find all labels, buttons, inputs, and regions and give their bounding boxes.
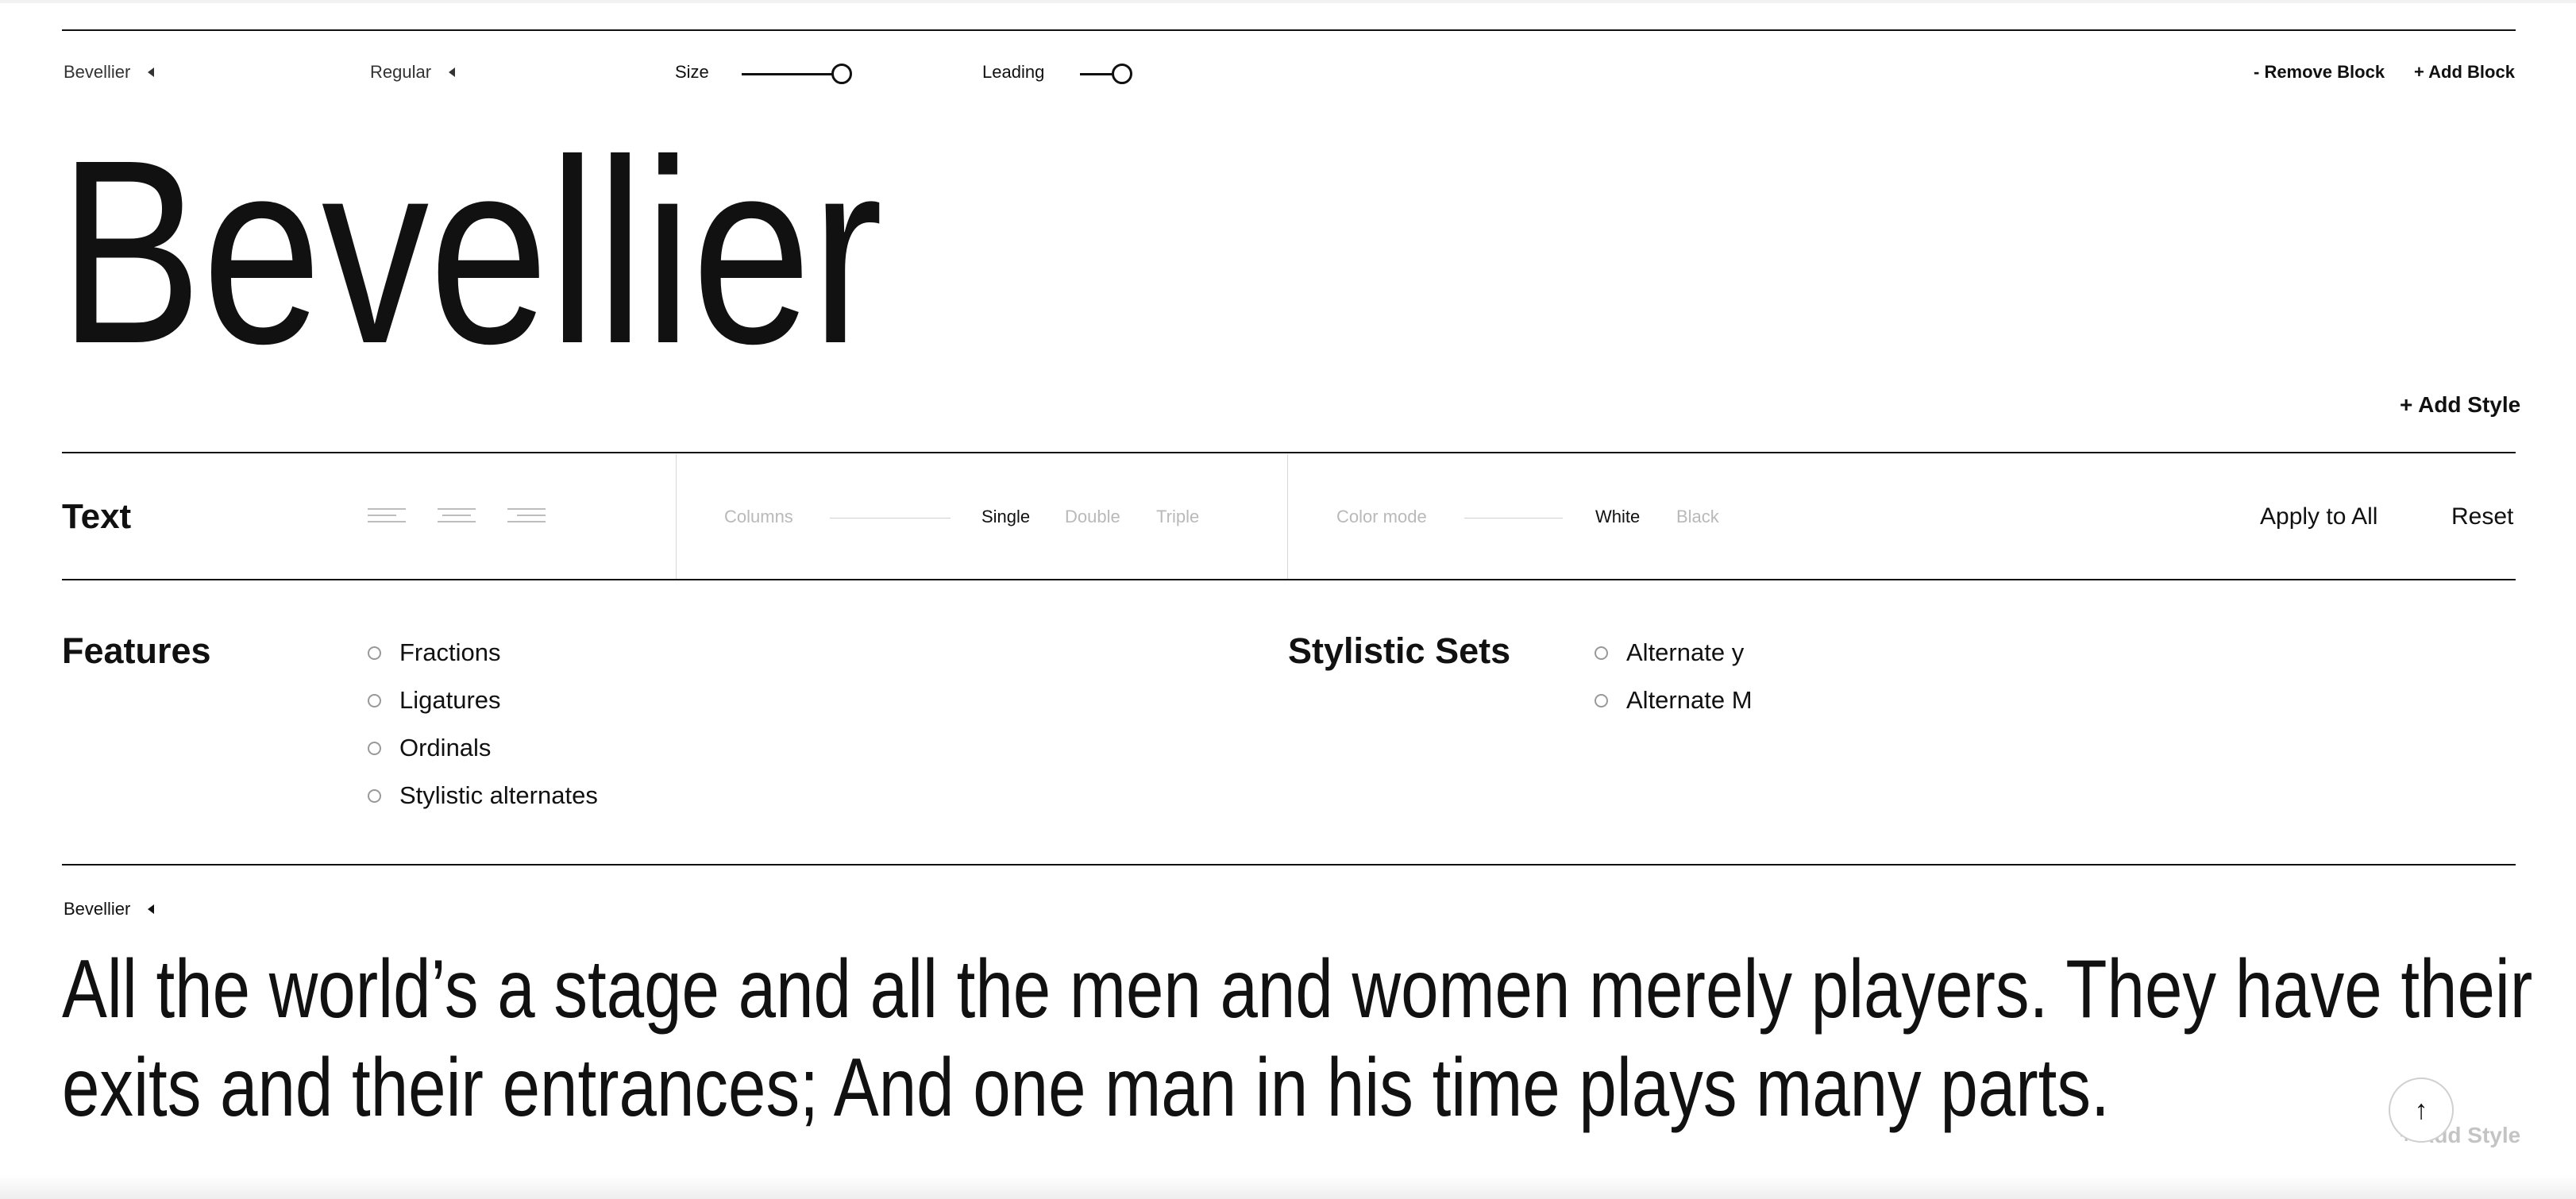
specimen-text[interactable]: Bevellier bbox=[59, 121, 883, 383]
caret-left-icon bbox=[449, 67, 456, 77]
weight-select[interactable]: Regular bbox=[370, 62, 456, 83]
feature-ligatures[interactable]: Ligatures bbox=[368, 686, 501, 715]
stylistic-set-label: Alternate y bbox=[1626, 638, 1745, 666]
sample-text-line-2[interactable]: exits and their entrances; And one man i… bbox=[62, 1039, 2110, 1137]
block2-top-rule bbox=[62, 864, 2516, 866]
radio-icon bbox=[1595, 646, 1608, 660]
columns-triple-option[interactable]: Triple bbox=[1156, 507, 1199, 527]
size-label: Size bbox=[675, 62, 709, 82]
font-select[interactable]: Bevellier bbox=[64, 62, 155, 83]
radio-icon bbox=[368, 788, 381, 803]
size-slider[interactable] bbox=[742, 64, 853, 84]
columns-label: Columns bbox=[724, 507, 793, 526]
align-right-icon[interactable] bbox=[507, 508, 546, 526]
feature-ordinals[interactable]: Ordinals bbox=[368, 734, 491, 762]
color-mode-black-option[interactable]: Black bbox=[1676, 507, 1719, 527]
reset-button[interactable]: Reset bbox=[2451, 503, 2513, 530]
bottom-edge bbox=[0, 1175, 2576, 1199]
add-block-button[interactable]: + Add Block bbox=[2414, 62, 2515, 83]
stylistic-set-label: Alternate M bbox=[1626, 686, 1753, 714]
color-mode-white-option[interactable]: White bbox=[1595, 507, 1640, 527]
stylistic-sets-title: Stylistic Sets bbox=[1288, 630, 1511, 671]
add-style-button[interactable]: + Add Style bbox=[2400, 392, 2520, 418]
settings-bottom-rule bbox=[62, 579, 2516, 580]
feature-label: Fractions bbox=[399, 638, 501, 666]
scroll-to-top-button[interactable]: ↑ bbox=[2389, 1078, 2454, 1143]
feature-fractions[interactable]: Fractions bbox=[368, 638, 500, 667]
stylistic-set-alternate-y[interactable]: Alternate y bbox=[1595, 638, 1744, 667]
block-top-rule bbox=[62, 29, 2516, 31]
radio-icon bbox=[368, 646, 381, 660]
color-mode-rule bbox=[1464, 518, 1563, 519]
feature-label: Ordinals bbox=[399, 734, 492, 761]
feature-stylistic-alternates[interactable]: Stylistic alternates bbox=[368, 781, 598, 810]
columns-rule bbox=[830, 518, 951, 519]
leading-slider-track bbox=[1080, 73, 1115, 75]
apply-to-all-button[interactable]: Apply to All bbox=[2260, 503, 2377, 530]
top-edge bbox=[0, 0, 2576, 3]
settings-top-rule bbox=[62, 452, 2516, 453]
features-title: Features bbox=[62, 630, 211, 671]
color-mode-label: Color mode bbox=[1336, 507, 1427, 526]
feature-label: Ligatures bbox=[399, 686, 501, 714]
align-center-icon[interactable] bbox=[438, 508, 476, 526]
stylistic-set-alternate-m[interactable]: Alternate M bbox=[1595, 686, 1753, 715]
radio-icon bbox=[368, 741, 381, 755]
caret-left-icon bbox=[148, 904, 155, 914]
block2-font-select-label: Bevellier bbox=[64, 899, 131, 919]
column-divider bbox=[676, 454, 677, 580]
radio-icon bbox=[368, 693, 381, 707]
radio-icon bbox=[1595, 693, 1608, 707]
leading-label: Leading bbox=[982, 62, 1045, 82]
feature-label: Stylistic alternates bbox=[399, 781, 598, 809]
leading-slider-knob[interactable] bbox=[1112, 64, 1132, 84]
columns-single-option[interactable]: Single bbox=[981, 507, 1030, 527]
sample-text-line-1[interactable]: All the world’s a stage and all the men … bbox=[62, 940, 2532, 1039]
columns-double-option[interactable]: Double bbox=[1065, 507, 1120, 527]
size-slider-knob[interactable] bbox=[831, 64, 852, 84]
block2-font-select[interactable]: Bevellier bbox=[64, 899, 155, 919]
font-select-label: Bevellier bbox=[64, 62, 131, 82]
text-settings-title: Text bbox=[62, 497, 132, 536]
align-left-icon[interactable] bbox=[368, 508, 406, 526]
caret-left-icon bbox=[148, 67, 155, 77]
column-divider bbox=[1287, 454, 1288, 580]
leading-slider[interactable] bbox=[1080, 64, 1134, 84]
size-slider-track bbox=[742, 73, 834, 75]
remove-block-button[interactable]: - Remove Block bbox=[2254, 62, 2385, 83]
arrow-up-icon: ↑ bbox=[2414, 1094, 2428, 1125]
weight-select-label: Regular bbox=[370, 62, 432, 82]
